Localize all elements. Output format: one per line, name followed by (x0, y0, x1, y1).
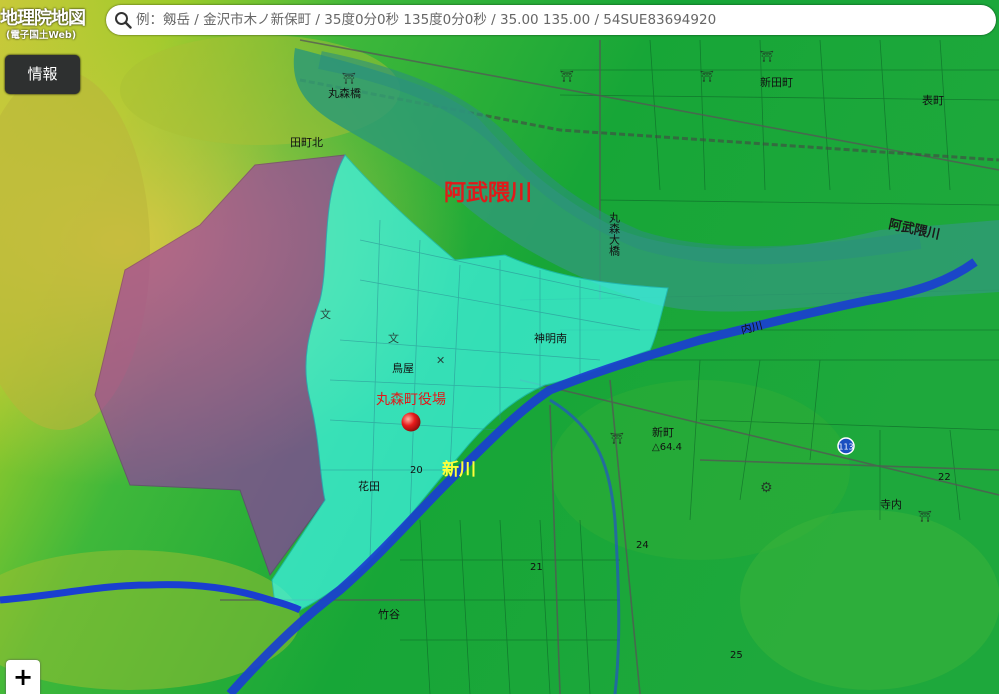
route-number: 113 (838, 443, 853, 452)
site-logo[interactable]: 地理院地図 (電子国土Web) (0, 4, 104, 41)
shinden-label: 新田町 (760, 75, 793, 89)
elevation-25: 25 (730, 650, 743, 661)
town-office-marker[interactable] (401, 412, 421, 432)
svg-text:✕: ✕ (436, 354, 445, 367)
svg-text:文: 文 (320, 307, 331, 321)
terauchi-label: 寺内 (880, 497, 902, 511)
elevation-24: 24 (636, 540, 649, 551)
search-box[interactable] (106, 5, 996, 35)
takeya-label: 竹谷 (378, 607, 400, 621)
svg-text:⛩: ⛩ (342, 72, 356, 85)
marumori-bridge-label: 丸森橋 (328, 86, 361, 100)
town-office-label: 丸森町役場 (376, 392, 446, 408)
logo-subtitle: (電子国土Web) (6, 30, 77, 41)
zoom-in-button[interactable]: + (6, 660, 40, 694)
hills-southeast (740, 510, 999, 690)
elevation-22: 22 (938, 472, 951, 483)
svg-text:⚙: ⚙ (760, 480, 773, 496)
tamachi-label: 田町北 (290, 136, 323, 149)
shinkawa-label: 新川 (442, 459, 476, 480)
svg-text:⛩: ⛩ (560, 70, 574, 83)
elevation-20: 20 (410, 465, 423, 476)
hanada-label: 花田 (358, 480, 380, 493)
svg-text:⛩: ⛩ (700, 70, 714, 83)
torii-label: 鳥屋 (392, 361, 414, 375)
search-input[interactable] (136, 9, 986, 31)
elevation-21: 21 (530, 562, 543, 573)
abukuma-river-label: 阿武隈川 (444, 181, 532, 206)
svg-text:⛩: ⛩ (760, 50, 774, 63)
svg-text:丸森大橋: 丸森大橋 (608, 212, 621, 257)
svg-text:⛩: ⛩ (918, 510, 932, 523)
map-canvas[interactable]: 113 ⛩ ⛩ ⛩ ⛩ ⛩ ⛩ ⚙ ✕ 文 文 阿武隈川 阿武隈川 丸森町役場 … (0, 0, 999, 694)
svg-text:文: 文 (388, 331, 399, 345)
header-bar: 地理院地図 (電子国土Web) (0, 0, 999, 44)
shinmachi-label: 新町 (652, 425, 674, 439)
omote-label: 表町 (922, 93, 944, 107)
route-sign: 113 (837, 437, 855, 455)
info-button[interactable]: 情報 (5, 55, 80, 94)
search-icon[interactable] (114, 11, 132, 29)
svg-text:⛩: ⛩ (610, 432, 624, 445)
marumori-ohashi-label: 丸森大橋 (608, 212, 621, 257)
height-label: △64.4 (652, 442, 682, 453)
jinmei-label: 神明南 (534, 331, 567, 345)
